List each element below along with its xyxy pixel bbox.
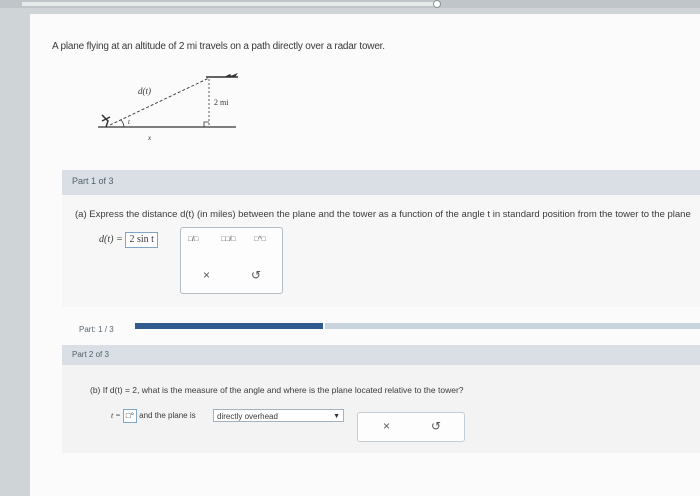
part1-answer-row: d(t) = 2 sin t bbox=[99, 232, 158, 248]
part2-answer-row: t = □° and the plane is bbox=[111, 409, 196, 423]
plane-radar-diagram: d(t) 2 mi t x bbox=[98, 73, 238, 142]
clear-button[interactable]: × bbox=[203, 268, 210, 282]
part2-header: Part 2 of 3 bbox=[72, 350, 109, 359]
problem-statement: A plane flying at an altitude of 2 mi tr… bbox=[52, 41, 385, 52]
plane-location-select[interactable]: directly overhead ▼ bbox=[213, 409, 344, 422]
answer-input[interactable]: 2 sin t bbox=[125, 232, 158, 248]
toggle-icon[interactable] bbox=[431, 0, 443, 8]
label-x: x bbox=[147, 134, 152, 142]
browser-top-strip bbox=[0, 0, 700, 8]
t-prefix: t = bbox=[111, 411, 121, 420]
part1-question: (a) Express the distance d(t) (in miles)… bbox=[75, 209, 691, 220]
part2-toolbox: × ↺ bbox=[357, 412, 465, 442]
horizontal-scroll-track[interactable] bbox=[22, 2, 437, 6]
fraction-tool-button[interactable]: □/□ bbox=[188, 236, 198, 243]
math-toolbox: □/□ □□/□ □^□ × ↺ bbox=[180, 227, 283, 294]
distance-line bbox=[109, 77, 210, 126]
answer-prefix: d(t) = bbox=[99, 234, 123, 245]
select-value: directly overhead bbox=[217, 412, 278, 421]
progress-fill bbox=[135, 323, 323, 329]
radar-tower-icon bbox=[101, 114, 111, 128]
progress-track bbox=[325, 323, 700, 329]
part2-question: (b) If d(t) = 2, what is the measure of … bbox=[90, 385, 464, 395]
part2-undo-button[interactable]: ↺ bbox=[431, 419, 441, 433]
exponent-tool-button[interactable]: □^□ bbox=[254, 236, 266, 243]
mixed-number-tool-button[interactable]: □□/□ bbox=[221, 236, 236, 243]
chevron-down-icon: ▼ bbox=[333, 413, 340, 420]
part1-header: Part 1 of 3 bbox=[72, 176, 114, 186]
progress-label: Part: 1 / 3 bbox=[79, 325, 114, 334]
right-angle-mark bbox=[203, 121, 209, 127]
plane-location-text: and the plane is bbox=[139, 411, 196, 420]
label-d: d(t) bbox=[138, 86, 151, 96]
part1-header-bar: Part 1 of 3 bbox=[62, 170, 700, 195]
angle-input[interactable]: □° bbox=[122, 409, 137, 423]
part2-header-bar: Part 2 of 3 bbox=[62, 345, 700, 365]
angle-arc bbox=[120, 119, 125, 128]
undo-button[interactable]: ↺ bbox=[251, 268, 261, 282]
label-t: t bbox=[128, 118, 131, 126]
label-altitude: 2 mi bbox=[214, 98, 229, 107]
part2-clear-button[interactable]: × bbox=[383, 419, 390, 433]
